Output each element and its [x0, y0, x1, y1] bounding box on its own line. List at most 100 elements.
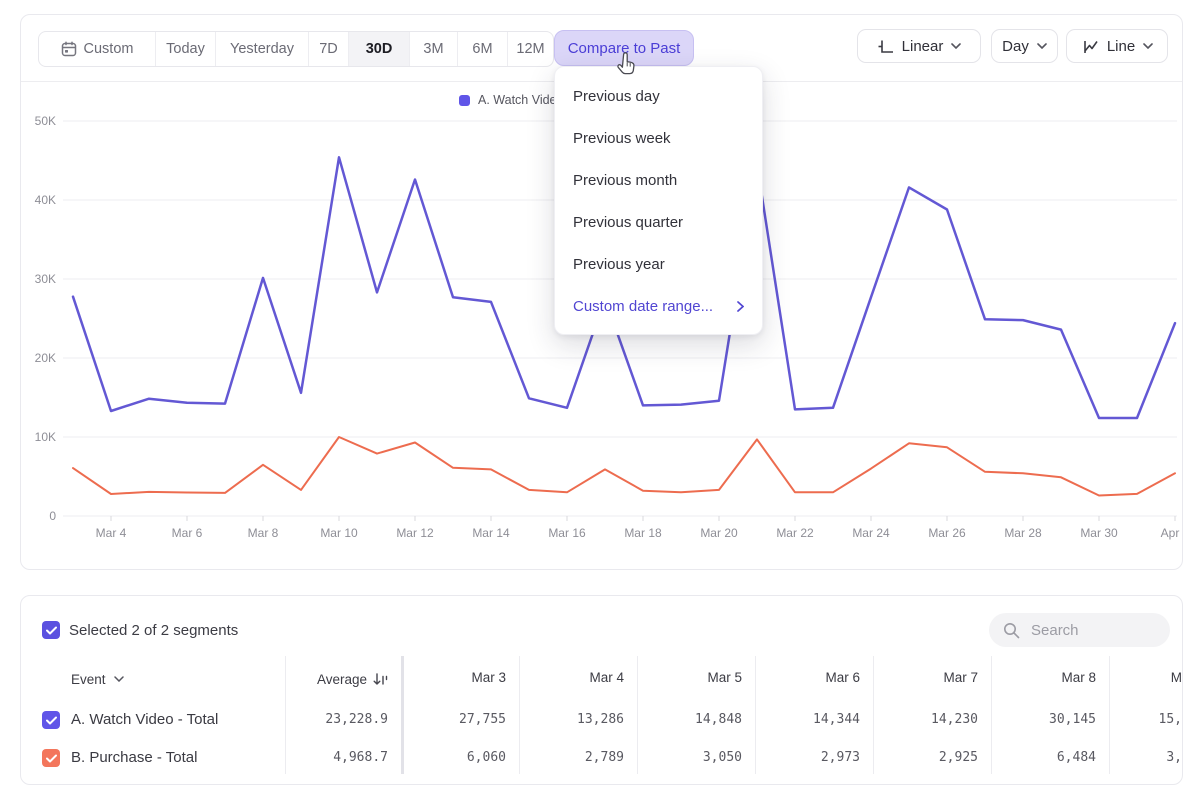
preset-label: 3M	[423, 41, 443, 57]
chevron-right-icon	[737, 301, 744, 312]
cell-value: 27,755	[396, 712, 506, 728]
y-axis-label: 10K	[35, 430, 56, 444]
custom-date-range-label: Custom date range...	[573, 298, 713, 315]
search-box[interactable]	[989, 613, 1170, 647]
preset-label: 30D	[366, 41, 393, 57]
preset-12m[interactable]: 12M	[508, 32, 553, 66]
preset-3m[interactable]: 3M	[410, 32, 458, 66]
line-chart-icon	[1081, 38, 1099, 55]
chart-type-dropdown-button[interactable]: Line	[1066, 29, 1168, 63]
menu-item-previous-year[interactable]: Previous year	[555, 243, 762, 285]
preset-label: Custom	[84, 41, 134, 57]
compare-to-past-menu: Previous dayPrevious weekPrevious monthP…	[554, 66, 763, 335]
cell-average: 4,968.7	[248, 750, 388, 766]
y-axis-label: 30K	[35, 272, 56, 286]
compare-to-past-label: Compare to Past	[568, 40, 681, 57]
column-header-mar-5[interactable]: Mar 5	[632, 670, 742, 688]
preset-label: 12M	[516, 41, 544, 57]
preset-30d[interactable]: 30D	[349, 32, 410, 66]
column-header-event[interactable]: Event	[71, 670, 124, 688]
cell-value: 6,060	[396, 750, 506, 766]
interval-label: Day	[1002, 38, 1029, 55]
average-header-label: Average	[317, 672, 367, 687]
x-axis-label: Apr 1	[1161, 526, 1181, 540]
search-icon	[1003, 622, 1020, 639]
x-axis-label: Mar 24	[852, 526, 890, 540]
row-label: A. Watch Video - Total	[71, 711, 218, 729]
chart-type-label: Line	[1107, 38, 1135, 55]
x-axis-label: Mar 20	[700, 526, 738, 540]
x-axis-label: Mar 26	[928, 526, 966, 540]
cell-value: 3,050	[632, 750, 742, 766]
series-line-purchase[interactable]	[73, 437, 1175, 496]
check-icon	[46, 626, 57, 635]
column-header-mar-7[interactable]: Mar 7	[868, 670, 978, 688]
menu-item-previous-quarter[interactable]: Previous quarter	[555, 201, 762, 243]
preset-label: Yesterday	[230, 41, 294, 57]
selected-segments-text: Selected 2 of 2 segments	[69, 622, 238, 639]
scale-label: Linear	[902, 38, 944, 55]
cell-value: 2,973	[750, 750, 860, 766]
menu-item-previous-month[interactable]: Previous month	[555, 159, 762, 201]
column-header-mar-3[interactable]: Mar 3	[396, 670, 506, 688]
x-axis-label: Mar 30	[1080, 526, 1118, 540]
cell-value: 15,	[1072, 712, 1182, 728]
x-axis-label: Mar 8	[248, 526, 279, 540]
preset-label: Today	[166, 41, 205, 57]
row-label: B. Purchase - Total	[71, 749, 197, 767]
cell-value: 14,230	[868, 712, 978, 728]
y-axis-label: 40K	[35, 193, 56, 207]
check-icon	[46, 716, 57, 725]
scale-dropdown-button[interactable]: Linear	[857, 29, 981, 63]
chevron-down-icon	[114, 676, 124, 682]
interval-dropdown-button[interactable]: Day	[991, 29, 1058, 63]
date-range-presets: Custom Today Yesterday 7D 30D 3M 6M 12M	[38, 31, 554, 67]
x-axis-label: Mar 22	[776, 526, 814, 540]
x-axis-label: Mar 16	[548, 526, 586, 540]
chevron-down-icon	[951, 43, 961, 49]
column-header-average[interactable]: Average	[248, 670, 388, 688]
column-header-mar-6[interactable]: Mar 6	[750, 670, 860, 688]
y-axis-label: 50K	[35, 114, 56, 128]
select-all-checkbox[interactable]	[42, 621, 60, 639]
cell-value: 2,925	[868, 750, 978, 766]
menu-item-previous-day[interactable]: Previous day	[555, 75, 762, 117]
x-axis-label: Mar 14	[472, 526, 510, 540]
cell-value: 14,344	[750, 712, 860, 728]
axis-linear-icon	[877, 38, 894, 55]
preset-today[interactable]: Today	[156, 32, 216, 66]
row-checkbox-purchase[interactable]	[42, 749, 60, 767]
preset-label: 6M	[472, 41, 492, 57]
sort-descending-icon	[373, 672, 388, 686]
x-axis-label: Mar 18	[624, 526, 662, 540]
column-header-m[interactable]: M	[1072, 670, 1182, 688]
cell-value: 3,	[1072, 750, 1182, 766]
preset-7d[interactable]: 7D	[309, 32, 349, 66]
chevron-down-icon	[1143, 43, 1153, 49]
cell-value: 13,286	[514, 712, 624, 728]
menu-item-custom-date-range[interactable]: Custom date range...	[555, 285, 762, 327]
calendar-icon	[61, 41, 77, 57]
segments-table-card: Selected 2 of 2 segments Event Average M…	[20, 595, 1183, 785]
x-axis-label: Mar 28	[1004, 526, 1042, 540]
preset-custom[interactable]: Custom	[39, 32, 156, 66]
compare-to-past-button[interactable]: Compare to Past	[554, 30, 694, 66]
x-axis-label: Mar 12	[396, 526, 434, 540]
cell-average: 23,228.9	[248, 712, 388, 728]
y-axis-label: 20K	[35, 351, 56, 365]
preset-yesterday[interactable]: Yesterday	[216, 32, 309, 66]
x-axis-label: Mar 10	[320, 526, 358, 540]
preset-label: 7D	[319, 41, 338, 57]
menu-item-previous-week[interactable]: Previous week	[555, 117, 762, 159]
preset-6m[interactable]: 6M	[458, 32, 508, 66]
check-icon	[46, 754, 57, 763]
cell-value: 14,848	[632, 712, 742, 728]
y-axis-label: 0	[49, 509, 56, 523]
row-checkbox-watch-video[interactable]	[42, 711, 60, 729]
x-axis-label: Mar 4	[96, 526, 127, 540]
cell-value: 2,789	[514, 750, 624, 766]
search-input[interactable]	[1029, 621, 1153, 640]
x-axis-label: Mar 6	[172, 526, 203, 540]
column-header-mar-4[interactable]: Mar 4	[514, 670, 624, 688]
chevron-down-icon	[1037, 43, 1047, 49]
